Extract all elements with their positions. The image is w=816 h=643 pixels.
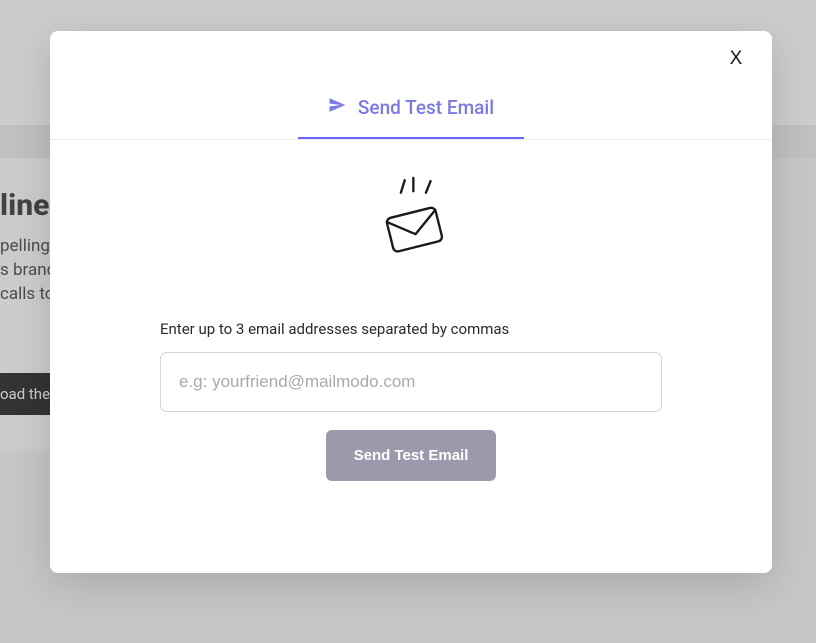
- email-addresses-input[interactable]: [160, 352, 662, 412]
- tab-row: Send Test Email: [50, 31, 772, 140]
- form-area: Enter up to 3 email addresses separated …: [50, 320, 772, 481]
- envelope-illustration: [50, 174, 772, 268]
- tab-label: Send Test Email: [358, 96, 494, 119]
- send-test-email-button[interactable]: Send Test Email: [326, 430, 497, 481]
- envelope-icon: [364, 174, 458, 268]
- instruction-label: Enter up to 3 email addresses separated …: [160, 320, 662, 338]
- tab-send-test-email[interactable]: Send Test Email: [298, 78, 524, 139]
- close-button[interactable]: X: [724, 47, 748, 71]
- close-icon: X: [730, 48, 743, 70]
- send-test-email-modal: X Send Test Email Enter up to 3 email ad…: [50, 31, 772, 573]
- paper-plane-icon: [328, 96, 346, 119]
- submit-row: Send Test Email: [160, 430, 662, 481]
